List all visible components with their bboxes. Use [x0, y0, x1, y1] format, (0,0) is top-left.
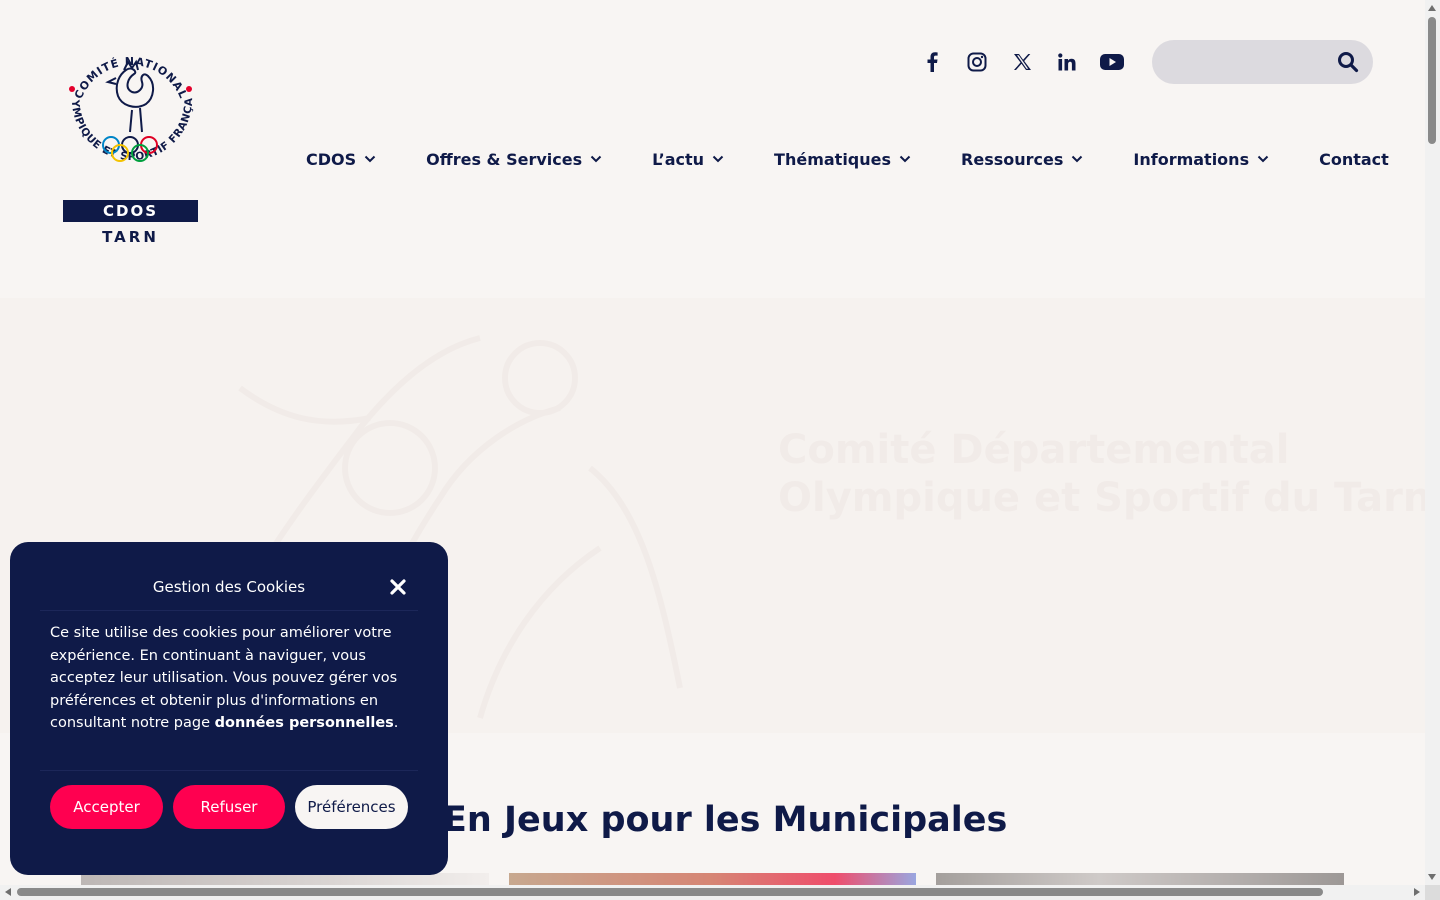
nav-label: CDOS — [306, 149, 357, 169]
nav-item-contact[interactable]: Contact — [1319, 147, 1389, 171]
card-image[interactable] — [509, 873, 916, 885]
cookie-message: Ce site utilise des cookies pour amélior… — [50, 622, 420, 735]
horizontal-scroll-thumb[interactable] — [17, 888, 1323, 896]
refuse-button[interactable]: Refuser — [173, 785, 285, 829]
linkedin-icon[interactable] — [1053, 48, 1081, 76]
chevron-down-icon — [1257, 155, 1269, 163]
nav-label: Contact — [1319, 149, 1389, 169]
cookie-title: Gestion des Cookies — [152, 578, 306, 596]
horizontal-scrollbar[interactable] — [0, 885, 1425, 900]
chevron-down-icon — [364, 155, 376, 163]
page: COMITÉ NATIONAL OLYMPIQUE ET SPORTIF FRA… — [0, 0, 1425, 885]
search-bar — [1152, 40, 1373, 84]
scroll-up-arrow-icon[interactable] — [1428, 5, 1436, 11]
logo-tarn-label: TARN — [102, 228, 159, 246]
preferences-button[interactable]: Préférences — [295, 785, 408, 829]
vertical-scrollbar[interactable] — [1425, 0, 1440, 885]
scroll-down-arrow-icon[interactable] — [1428, 874, 1436, 880]
nav-item-ressources[interactable]: Ressources — [961, 147, 1083, 171]
search-icon[interactable] — [1337, 51, 1359, 73]
social-links — [918, 48, 1126, 76]
instagram-icon[interactable] — [963, 48, 991, 76]
olympic-rooster-emblem: COMITÉ NATIONAL OLYMPIQUE ET SPORTIF FRA… — [58, 40, 195, 163]
nav-item-cdos[interactable]: CDOS — [306, 147, 376, 171]
chevron-down-icon — [1072, 155, 1083, 163]
scrollbar-corner — [1425, 885, 1440, 900]
main-nav: CDOS Offres & Services L’actu Thématique… — [306, 147, 1389, 171]
chevron-down-icon — [590, 155, 602, 163]
logo-cdos-label: CDOS — [63, 200, 198, 222]
nav-label: Ressources — [961, 149, 1064, 169]
hero-title-line: Olympique et Sportif du Tarn — [778, 475, 1425, 521]
close-icon[interactable] — [388, 577, 408, 597]
vertical-scroll-thumb[interactable] — [1428, 17, 1436, 144]
chevron-down-icon — [712, 155, 724, 163]
nav-item-actu[interactable]: L’actu — [652, 147, 724, 171]
nav-label: Offres & Services — [426, 149, 583, 169]
hero-title: Comité Départemental Olympique et Sporti… — [778, 426, 1425, 522]
divider — [40, 610, 418, 611]
youtube-icon[interactable] — [1098, 48, 1126, 76]
divider — [40, 770, 418, 771]
nav-label: L’actu — [652, 149, 705, 169]
hero-title-line: Comité Départemental — [778, 427, 1290, 473]
chevron-down-icon — [899, 155, 911, 163]
nav-item-informations[interactable]: Informations — [1133, 147, 1269, 171]
cookie-text-end: . — [393, 715, 399, 732]
accept-button[interactable]: Accepter — [50, 785, 163, 829]
nav-item-thematiques[interactable]: Thématiques — [774, 147, 911, 171]
nav-label: Informations — [1133, 149, 1250, 169]
facebook-icon[interactable] — [918, 48, 946, 76]
cookie-banner: Gestion des Cookies Ce site utilise des … — [10, 542, 448, 875]
scroll-left-arrow-icon[interactable] — [5, 888, 11, 896]
card-image[interactable] — [936, 873, 1344, 885]
nav-label: Thématiques — [774, 149, 892, 169]
x-twitter-icon[interactable] — [1008, 48, 1036, 76]
section-title: En Jeux pour les Municipales — [443, 800, 1008, 840]
scroll-right-arrow-icon[interactable] — [1414, 888, 1420, 896]
search-input[interactable] — [1170, 50, 1324, 76]
cdos-tarn-logo[interactable]: COMITÉ NATIONAL OLYMPIQUE ET SPORTIF FRA… — [58, 40, 204, 250]
nav-item-offres-services[interactable]: Offres & Services — [426, 147, 602, 171]
privacy-link[interactable]: données personnelles — [215, 715, 394, 731]
